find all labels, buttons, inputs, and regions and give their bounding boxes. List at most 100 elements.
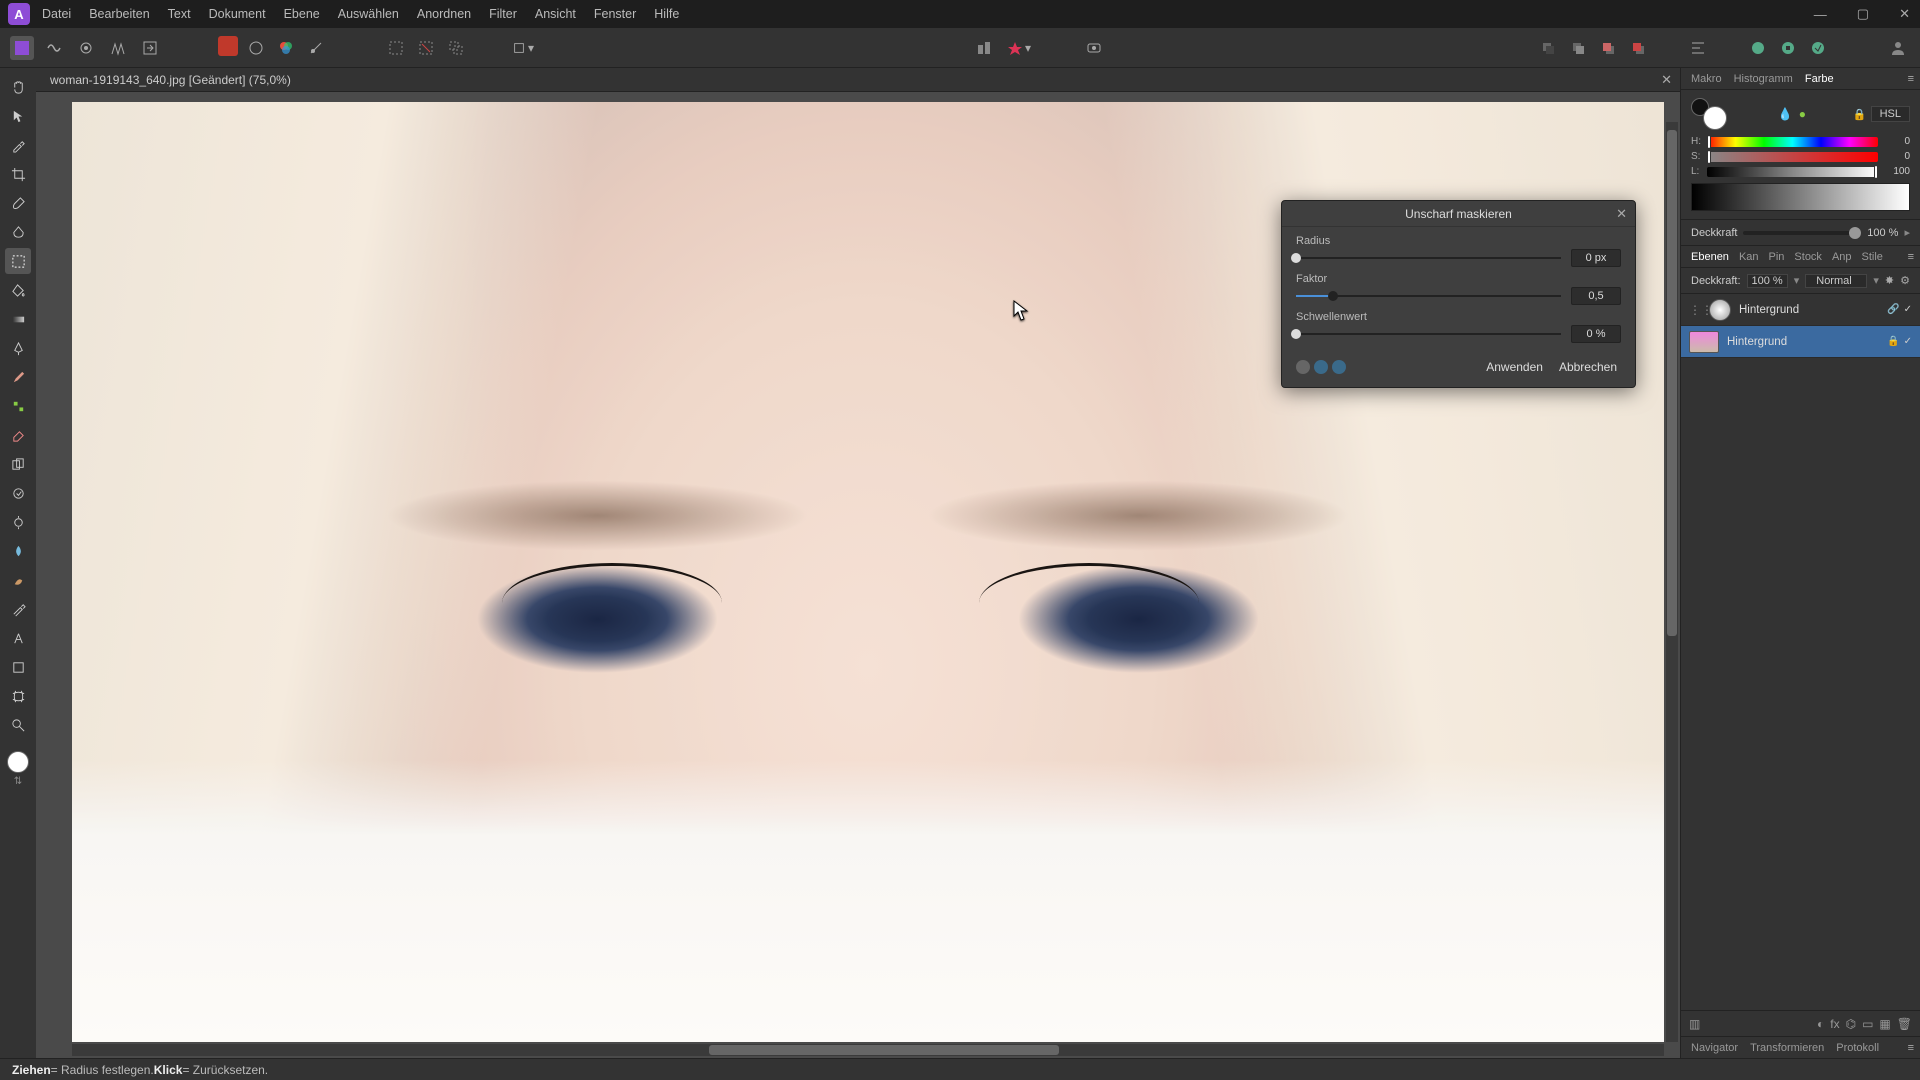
clone-tool-icon[interactable]	[5, 451, 31, 477]
menu-fenster[interactable]: Fenster	[594, 7, 636, 21]
gradient-tool-icon[interactable]	[5, 306, 31, 332]
eyedropper-icon[interactable]: 💧	[1778, 107, 1793, 121]
layer-check-icon[interactable]: ✓	[1904, 336, 1912, 347]
color-picker-icon[interactable]	[5, 132, 31, 158]
cancel-button[interactable]: Abbrechen	[1555, 357, 1621, 377]
menu-filter[interactable]: Filter	[489, 7, 517, 21]
nav-menu-icon[interactable]: ≡	[1908, 1042, 1914, 1054]
threshold-slider[interactable]	[1296, 327, 1561, 341]
radius-slider[interactable]	[1296, 251, 1561, 265]
dodge-tool-icon[interactable]	[5, 509, 31, 535]
text-tool-icon[interactable]	[5, 625, 31, 651]
persona-liquify-icon[interactable]	[42, 36, 66, 60]
dialog-close-icon[interactable]: ✕	[1616, 206, 1627, 222]
marquee-tool-icon[interactable]	[5, 248, 31, 274]
group-layer-icon[interactable]: ▭	[1862, 1017, 1873, 1031]
snap-icon[interactable]	[1746, 36, 1770, 60]
horizontal-scrollbar[interactable]	[72, 1044, 1664, 1056]
quicklook-icon[interactable]	[1082, 36, 1106, 60]
snap-2-icon[interactable]	[1776, 36, 1800, 60]
menu-hilfe[interactable]: Hilfe	[654, 7, 679, 21]
live-filter-icon[interactable]: ⌬	[1846, 1017, 1856, 1031]
tab-stock[interactable]: Stock	[1794, 251, 1822, 263]
swap-colors-icon[interactable]: ⇅	[14, 776, 22, 787]
tab-kan[interactable]: Kan	[1739, 251, 1759, 263]
tab-navigator[interactable]: Navigator	[1691, 1042, 1738, 1054]
hand-tool-icon[interactable]	[5, 74, 31, 100]
foreground-color-swatch[interactable]	[7, 751, 29, 773]
lum-slider[interactable]	[1707, 167, 1878, 177]
color-dot-icon[interactable]: ●	[1799, 107, 1806, 121]
selection-subtract-icon[interactable]	[414, 36, 438, 60]
document-tab[interactable]: woman-1919143_640.jpg [Geändert] (75,0%)…	[36, 68, 1680, 92]
inpaint-tool-icon[interactable]	[5, 480, 31, 506]
blur-tool-icon[interactable]	[5, 538, 31, 564]
layer-lock-icon[interactable]: 🔒	[1887, 336, 1899, 347]
move-tool-icon[interactable]	[5, 103, 31, 129]
tab-transformieren[interactable]: Transformieren	[1750, 1042, 1824, 1054]
tab-farbe[interactable]: Farbe	[1805, 73, 1834, 85]
tab-makro[interactable]: Makro	[1691, 73, 1722, 85]
rgb-icon[interactable]	[218, 36, 238, 56]
selection-brush-icon[interactable]	[5, 190, 31, 216]
tab-protokoll[interactable]: Protokoll	[1836, 1042, 1879, 1054]
menu-datei[interactable]: Datei	[42, 7, 71, 21]
lock-icon[interactable]: 🔒	[1853, 108, 1867, 121]
layer-visibility-icon[interactable]: ⋮⋮	[1689, 303, 1701, 317]
preview-mode-2-icon[interactable]	[1314, 360, 1328, 374]
menu-ansicht[interactable]: Ansicht	[535, 7, 576, 21]
adjust-layer-icon[interactable]: ◐	[1817, 1017, 1824, 1031]
assistant-icon[interactable]: ▾	[1002, 36, 1036, 60]
preview-mode-3-icon[interactable]	[1332, 360, 1346, 374]
dialog-titlebar[interactable]: Unscharf maskieren ✕	[1282, 201, 1635, 227]
menu-anordnen[interactable]: Anordnen	[417, 7, 471, 21]
paint-brush-icon[interactable]	[5, 364, 31, 390]
threshold-value-field[interactable]: 0 %	[1571, 325, 1621, 343]
align-icon[interactable]	[1686, 36, 1710, 60]
smudge-tool-icon[interactable]	[5, 567, 31, 593]
persona-export-icon[interactable]	[138, 36, 162, 60]
menu-dokument[interactable]: Dokument	[209, 7, 266, 21]
panel-menu-icon[interactable]: ≡	[1908, 73, 1914, 85]
layer-check-icon[interactable]: ✓	[1904, 304, 1912, 315]
add-pixel-layer-icon[interactable]: ▦	[1879, 1017, 1890, 1031]
autolevel-icon[interactable]	[244, 36, 268, 60]
autowb-icon[interactable]	[304, 36, 328, 60]
layer-fx-icon[interactable]: ✸	[1885, 274, 1894, 287]
close-icon[interactable]: ✕	[1893, 4, 1916, 24]
apply-button[interactable]: Anwenden	[1482, 357, 1547, 377]
opacity-stepper-icon[interactable]: ▸	[1904, 226, 1910, 239]
snap-3-icon[interactable]	[1806, 36, 1830, 60]
preview-mode-1-icon[interactable]	[1296, 360, 1310, 374]
layers-menu-icon[interactable]: ≡	[1908, 251, 1914, 263]
delete-layer-icon[interactable]: 🗑	[1897, 1017, 1912, 1031]
selection-intersect-icon[interactable]	[444, 36, 468, 60]
layer-link-icon[interactable]: 🔗	[1887, 304, 1899, 315]
mask-layer-icon[interactable]: ▥	[1689, 1017, 1700, 1031]
layer-gear-icon[interactable]: ⚙	[1900, 274, 1910, 287]
tab-pin[interactable]: Pin	[1769, 251, 1785, 263]
autocolor-icon[interactable]	[274, 36, 298, 60]
erase-tool-icon[interactable]	[5, 422, 31, 448]
minimize-icon[interactable]: ―	[1808, 5, 1833, 24]
shape-tool-icon[interactable]	[5, 654, 31, 680]
crop-tool-icon[interactable]	[5, 161, 31, 187]
flood-select-icon[interactable]	[5, 219, 31, 245]
radius-value-field[interactable]: 0 px	[1571, 249, 1621, 267]
order-forward-icon[interactable]	[1596, 36, 1620, 60]
tab-stile[interactable]: Stile	[1862, 251, 1883, 263]
flood-fill-icon[interactable]	[5, 277, 31, 303]
persona-tone-icon[interactable]	[106, 36, 130, 60]
sat-slider[interactable]	[1707, 152, 1878, 162]
layer-row[interactable]: ⋮⋮ Hintergrund 🔗✓	[1681, 294, 1920, 326]
blend-mode-dropdown[interactable]: Normal	[1805, 274, 1867, 288]
persona-photo-icon[interactable]	[10, 36, 34, 60]
document-close-icon[interactable]: ✕	[1661, 72, 1672, 88]
pen-tool-icon[interactable]	[5, 335, 31, 361]
vertical-scrollbar[interactable]	[1666, 122, 1678, 1042]
mesh-tool-icon[interactable]	[5, 683, 31, 709]
hue-slider[interactable]	[1707, 137, 1878, 147]
panel-opacity-slider[interactable]	[1743, 231, 1861, 235]
color-mode-dropdown[interactable]: HSL	[1871, 106, 1910, 122]
preview-mode-buttons[interactable]	[1296, 360, 1346, 374]
